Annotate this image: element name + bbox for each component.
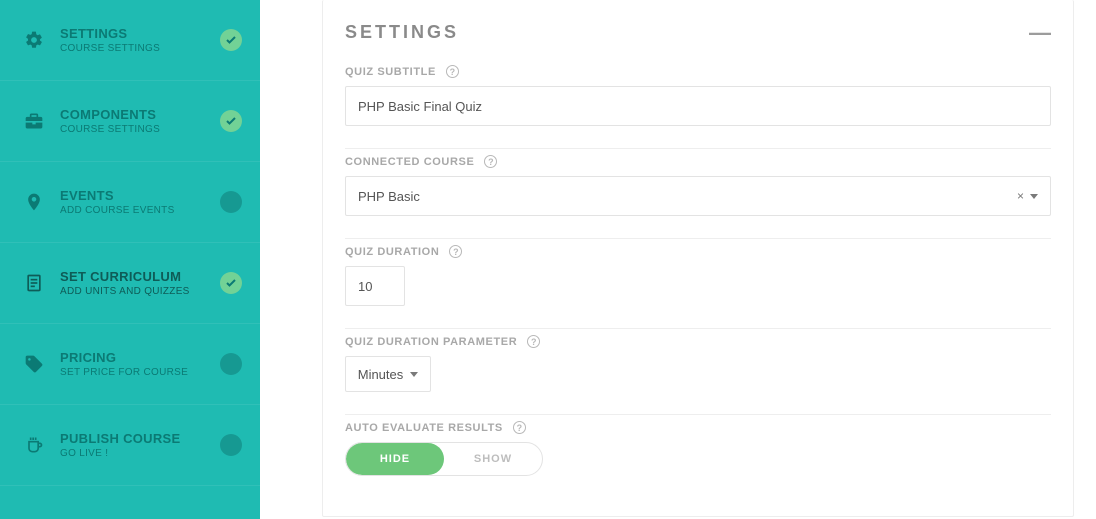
field-quiz-duration: QUIZ DURATION ?: [345, 238, 1051, 306]
chevron-down-icon: [410, 372, 418, 377]
sidebar-item-title: COMPONENTS: [60, 107, 220, 122]
field-label: CONNECTED COURSE: [345, 156, 474, 168]
select-value: Minutes: [358, 367, 404, 382]
field-auto-evaluate: AUTO EVALUATE RESULTS ? HIDE SHOW: [345, 414, 1051, 476]
sidebar-item-title: SETTINGS: [60, 26, 220, 41]
sidebar-item-title: PRICING: [60, 350, 220, 365]
quiz-subtitle-input[interactable]: [345, 86, 1051, 126]
status-check-icon: [220, 29, 242, 51]
sidebar-item-title: SET CURRICULUM: [60, 269, 220, 284]
sidebar-item-publish-course[interactable]: PUBLISH COURSE GO LIVE !: [0, 405, 260, 486]
sidebar-item-title: PUBLISH COURSE: [60, 431, 220, 446]
sidebar-item-settings[interactable]: SETTINGS COURSE SETTINGS: [0, 0, 260, 81]
collapse-icon[interactable]: —: [1029, 28, 1051, 38]
sidebar-item-texts: SET CURRICULUM ADD UNITS AND QUIZZES: [60, 269, 220, 297]
help-icon[interactable]: ?: [484, 155, 497, 168]
sidebar-item-sub: COURSE SETTINGS: [60, 43, 220, 54]
sidebar-item-texts: PRICING SET PRICE FOR COURSE: [60, 350, 220, 378]
sidebar-item-sub: GO LIVE !: [60, 448, 220, 459]
field-quiz-duration-parameter: QUIZ DURATION PARAMETER ? Minutes: [345, 328, 1051, 392]
field-label: QUIZ DURATION PARAMETER: [345, 336, 517, 348]
help-icon[interactable]: ?: [527, 335, 540, 348]
gears-icon: [22, 30, 46, 50]
status-dot-icon: [220, 353, 242, 375]
cup-icon: [22, 435, 46, 455]
toggle-show[interactable]: SHOW: [444, 443, 542, 475]
status-dot-icon: [220, 191, 242, 213]
field-label-row: QUIZ SUBTITLE ?: [345, 65, 1051, 78]
main-content: SETTINGS — QUIZ SUBTITLE ? CONNECTED COU…: [260, 0, 1096, 519]
sidebar-item-texts: EVENTS ADD COURSE EVENTS: [60, 188, 220, 216]
select-value: PHP Basic: [358, 189, 420, 204]
status-check-icon: [220, 110, 242, 132]
select-actions: ×: [1017, 189, 1038, 203]
sidebar: SETTINGS COURSE SETTINGS COMPONENTS COUR…: [0, 0, 260, 519]
quiz-duration-input[interactable]: [345, 266, 405, 306]
field-label: QUIZ DURATION: [345, 246, 439, 258]
field-quiz-subtitle: QUIZ SUBTITLE ?: [345, 65, 1051, 126]
sidebar-item-events[interactable]: EVENTS ADD COURSE EVENTS: [0, 162, 260, 243]
map-pin-icon: [22, 192, 46, 212]
sidebar-item-components[interactable]: COMPONENTS COURSE SETTINGS: [0, 81, 260, 162]
status-dot-icon: [220, 434, 242, 456]
price-tag-icon: [22, 354, 46, 374]
sidebar-item-pricing[interactable]: PRICING SET PRICE FOR COURSE: [0, 324, 260, 405]
sidebar-item-sub: ADD UNITS AND QUIZZES: [60, 286, 220, 297]
field-label-row: AUTO EVALUATE RESULTS ?: [345, 421, 1051, 434]
auto-evaluate-toggle[interactable]: HIDE SHOW: [345, 442, 543, 476]
sidebar-item-texts: SETTINGS COURSE SETTINGS: [60, 26, 220, 54]
clear-icon[interactable]: ×: [1017, 189, 1024, 203]
help-icon[interactable]: ?: [449, 245, 462, 258]
sidebar-item-texts: COMPONENTS COURSE SETTINGS: [60, 107, 220, 135]
toolbox-icon: [22, 111, 46, 131]
connected-course-select[interactable]: PHP Basic ×: [345, 176, 1051, 216]
field-label-row: CONNECTED COURSE ?: [345, 155, 1051, 168]
sidebar-item-texts: PUBLISH COURSE GO LIVE !: [60, 431, 220, 459]
sidebar-item-sub: ADD COURSE EVENTS: [60, 205, 220, 216]
help-icon[interactable]: ?: [513, 421, 526, 434]
field-label: QUIZ SUBTITLE: [345, 66, 436, 78]
panel-title: SETTINGS: [345, 22, 459, 43]
sidebar-item-sub: COURSE SETTINGS: [60, 124, 220, 135]
field-connected-course: CONNECTED COURSE ? PHP Basic ×: [345, 148, 1051, 216]
sidebar-item-set-curriculum[interactable]: SET CURRICULUM ADD UNITS AND QUIZZES: [0, 243, 260, 324]
settings-panel: SETTINGS — QUIZ SUBTITLE ? CONNECTED COU…: [322, 0, 1074, 517]
sidebar-item-sub: SET PRICE FOR COURSE: [60, 367, 220, 378]
panel-header: SETTINGS —: [323, 0, 1073, 61]
sidebar-item-title: EVENTS: [60, 188, 220, 203]
help-icon[interactable]: ?: [446, 65, 459, 78]
document-icon: [22, 273, 46, 293]
toggle-hide[interactable]: HIDE: [346, 443, 444, 475]
field-label-row: QUIZ DURATION PARAMETER ?: [345, 335, 1051, 348]
panel-body: QUIZ SUBTITLE ? CONNECTED COURSE ? PHP B…: [323, 61, 1073, 516]
quiz-duration-parameter-select[interactable]: Minutes: [345, 356, 431, 392]
field-label: AUTO EVALUATE RESULTS: [345, 422, 503, 434]
status-check-icon: [220, 272, 242, 294]
chevron-down-icon[interactable]: [1030, 194, 1038, 199]
field-label-row: QUIZ DURATION ?: [345, 245, 1051, 258]
